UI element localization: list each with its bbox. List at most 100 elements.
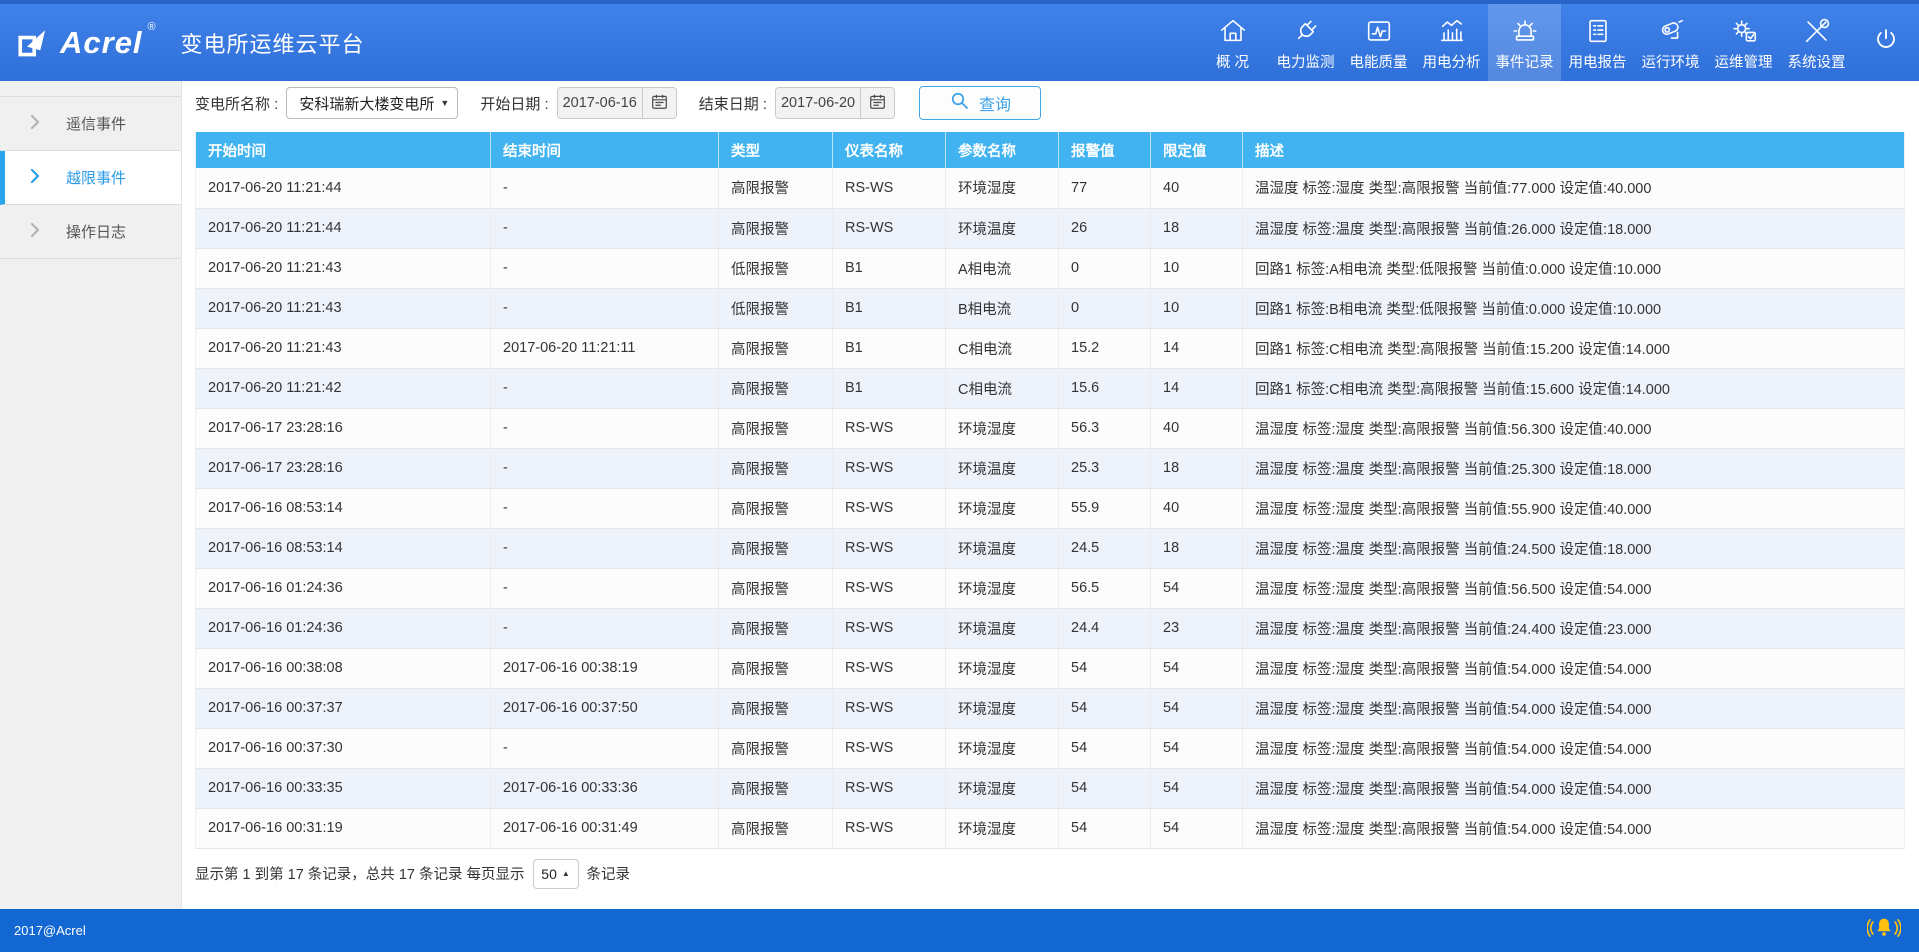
table-cell: 环境湿度 xyxy=(946,808,1059,848)
table-cell: 40 xyxy=(1151,168,1243,208)
table-cell: 2017-06-16 00:31:49 xyxy=(491,808,719,848)
table-cell: B1 xyxy=(833,248,946,288)
table-cell: 54 xyxy=(1151,568,1243,608)
end-date-calendar-button[interactable] xyxy=(860,88,894,118)
events-table: 开始时间 结束时间 类型 仪表名称 参数名称 报警值 限定值 描述 2017-0… xyxy=(195,132,1905,849)
table-cell: 2017-06-17 23:28:16 xyxy=(196,408,491,448)
table-cell: 环境温度 xyxy=(946,528,1059,568)
report-icon xyxy=(1583,15,1613,47)
nav-item-power-quality[interactable]: 电能质量 xyxy=(1342,4,1415,81)
start-date-group: 2017-06-16 xyxy=(557,87,677,119)
station-label: 变电所名称 : xyxy=(195,93,278,114)
sidebar-item-operation-log[interactable]: 操作日志 xyxy=(0,205,181,259)
logout-power-button[interactable] xyxy=(1853,4,1919,81)
start-date-input[interactable]: 2017-06-16 xyxy=(558,88,642,118)
table-cell: 2017-06-20 11:21:43 xyxy=(196,248,491,288)
nav-item-overview[interactable]: 概 况 xyxy=(1196,4,1269,81)
table-cell: 54 xyxy=(1059,728,1151,768)
table-row: 2017-06-16 08:53:14-高限报警RS-WS环境温度24.518温… xyxy=(196,528,1905,568)
table-cell: - xyxy=(491,208,719,248)
table-cell: B相电流 xyxy=(946,288,1059,328)
alarm-icon xyxy=(1510,15,1540,47)
table-cell: RS-WS xyxy=(833,568,946,608)
table-cell: 15.2 xyxy=(1059,328,1151,368)
table-cell: 环境温度 xyxy=(946,208,1059,248)
table-row: 2017-06-16 01:24:36-高限报警RS-WS环境湿度56.554温… xyxy=(196,568,1905,608)
table-row: 2017-06-20 11:21:43-低限报警B1A相电流010回路1 标签:… xyxy=(196,248,1905,288)
sidebar-menu: 遥信事件 越限事件 操作日志 xyxy=(0,96,181,259)
table-cell: 54 xyxy=(1151,728,1243,768)
page-size-value: 50 xyxy=(541,866,557,882)
table-cell: 温湿度 标签:温度 类型:高限报警 当前值:24.400 设定值:23.000 xyxy=(1243,608,1905,648)
table-row: 2017-06-16 08:53:14-高限报警RS-WS环境湿度55.940温… xyxy=(196,488,1905,528)
table-cell: 2017-06-16 00:31:19 xyxy=(196,808,491,848)
table-cell: 高限报警 xyxy=(719,368,833,408)
table-cell: 25.3 xyxy=(1059,448,1151,488)
table-cell: 24.5 xyxy=(1059,528,1151,568)
col-header-alarm-value: 报警值 xyxy=(1059,132,1151,168)
nav-item-system-settings[interactable]: 系统设置 xyxy=(1780,4,1853,81)
nav-item-usage-report[interactable]: 用电报告 xyxy=(1561,4,1634,81)
page-size-select[interactable]: 50 ▲ xyxy=(533,859,579,889)
table-cell: 高限报警 xyxy=(719,448,833,488)
query-button[interactable]: 查询 xyxy=(919,86,1041,120)
table-cell: 高限报警 xyxy=(719,488,833,528)
start-date-calendar-button[interactable] xyxy=(642,88,676,118)
table-cell: 54 xyxy=(1059,808,1151,848)
table-cell: 10 xyxy=(1151,288,1243,328)
table-cell: RS-WS xyxy=(833,768,946,808)
table-cell: 高限报警 xyxy=(719,768,833,808)
table-cell: 温湿度 标签:湿度 类型:高限报警 当前值:77.000 设定值:40.000 xyxy=(1243,168,1905,208)
table-cell: 14 xyxy=(1151,368,1243,408)
table-cell: B1 xyxy=(833,328,946,368)
station-select[interactable]: 安科瑞新大楼变电所 ▼ xyxy=(286,87,458,119)
nav-item-power-monitoring[interactable]: 电力监测 xyxy=(1269,4,1342,81)
main-content: 变电所名称 : 安科瑞新大楼变电所 ▼ 开始日期 : 2017-06-16 结束… xyxy=(182,81,1919,909)
calendar-icon xyxy=(650,92,669,115)
table-row: 2017-06-20 11:21:44-高限报警RS-WS环境温度2618温湿度… xyxy=(196,208,1905,248)
nav-label: 事件记录 xyxy=(1496,51,1554,72)
table-cell: 环境湿度 xyxy=(946,488,1059,528)
sidebar-item-remote-signal-events[interactable]: 遥信事件 xyxy=(0,97,181,151)
pagination-bar: 显示第 1 到第 17 条记录，总共 17 条记录 每页显示 50 ▲ 条记录 xyxy=(195,859,1905,889)
sidebar-item-limit-events[interactable]: 越限事件 xyxy=(0,151,181,205)
table-cell: 高限报警 xyxy=(719,568,833,608)
table-cell: 10 xyxy=(1151,248,1243,288)
end-date-input[interactable]: 2017-06-20 xyxy=(776,88,860,118)
chevron-right-icon xyxy=(30,168,40,188)
nav-item-usage-analysis[interactable]: 用电分析 xyxy=(1415,4,1488,81)
table-cell: RS-WS xyxy=(833,648,946,688)
table-cell: 高限报警 xyxy=(719,648,833,688)
page-title: 变电所运维云平台 xyxy=(181,27,365,59)
notification-bell-button[interactable] xyxy=(1867,913,1901,948)
table-cell: 2017-06-17 23:28:16 xyxy=(196,448,491,488)
col-header-description: 描述 xyxy=(1243,132,1905,168)
table-cell: 0 xyxy=(1059,288,1151,328)
col-header-start-time: 开始时间 xyxy=(196,132,491,168)
table-cell: 温湿度 标签:湿度 类型:高限报警 当前值:54.000 设定值:54.000 xyxy=(1243,728,1905,768)
table-row: 2017-06-20 11:21:432017-06-20 11:21:11高限… xyxy=(196,328,1905,368)
caret-down-icon: ▼ xyxy=(440,98,449,108)
nav-item-om-management[interactable]: 运维管理 xyxy=(1707,4,1780,81)
table-cell: - xyxy=(491,368,719,408)
camera-icon xyxy=(1656,15,1686,47)
col-header-end-time: 结束时间 xyxy=(491,132,719,168)
table-cell: RS-WS xyxy=(833,488,946,528)
chevron-right-icon xyxy=(30,222,40,242)
table-cell: 24.4 xyxy=(1059,608,1151,648)
end-date-group: 2017-06-20 xyxy=(775,87,895,119)
table-cell: 14 xyxy=(1151,328,1243,368)
table-cell: 18 xyxy=(1151,448,1243,488)
acrel-logo-icon xyxy=(16,26,50,60)
table-cell: 回路1 标签:C相电流 类型:高限报警 当前值:15.600 设定值:14.00… xyxy=(1243,368,1905,408)
nav-item-operating-environment[interactable]: 运行环境 xyxy=(1634,4,1707,81)
table-cell: 2017-06-16 01:24:36 xyxy=(196,568,491,608)
table-cell: 环境湿度 xyxy=(946,688,1059,728)
bell-icon xyxy=(1867,913,1901,948)
nav-item-event-records[interactable]: 事件记录 xyxy=(1488,4,1561,81)
station-select-value: 安科瑞新大楼变电所 xyxy=(299,93,434,114)
bar-chart-icon xyxy=(1437,15,1467,47)
table-cell: 2017-06-16 00:38:19 xyxy=(491,648,719,688)
caret-up-icon: ▲ xyxy=(562,869,570,878)
sidebar-item-label: 操作日志 xyxy=(66,221,126,242)
